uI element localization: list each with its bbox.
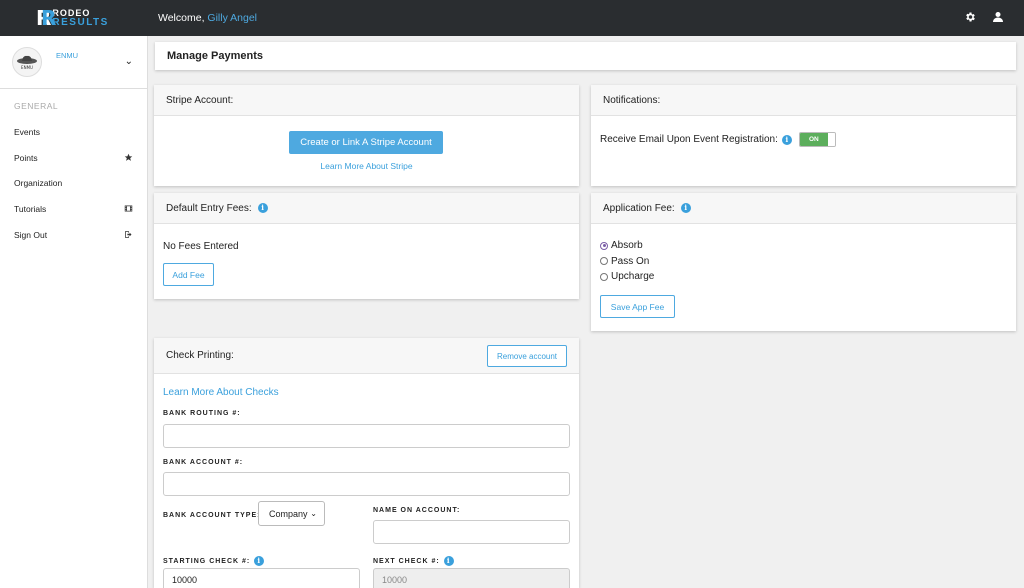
info-icon[interactable]: i	[257, 203, 268, 213]
starting-check-label: STARTING CHECK #:	[163, 557, 251, 565]
sidebar-item-events[interactable]: Events	[0, 119, 147, 145]
learn-more-checks-link[interactable]: Learn More About Checks	[163, 387, 279, 398]
settings-gear-icon[interactable]	[964, 11, 976, 23]
default-entry-fees-panel: Default Entry Fees: i No Fees Entered Ad…	[154, 193, 579, 299]
org-badge-text: ENMU	[21, 65, 33, 70]
toggle-on-label: ON	[799, 133, 828, 146]
toggle-knob	[827, 133, 835, 146]
radio-button-checked[interactable]	[600, 241, 608, 250]
org-name: ENMU	[56, 50, 79, 60]
film-icon	[124, 204, 133, 213]
chevron-down-icon: ⌄	[310, 509, 317, 518]
welcome-text: Welcome, Gilly Angel	[158, 12, 257, 24]
name-on-account-label: NAME ON ACCOUNT:	[373, 507, 461, 514]
info-icon[interactable]: i	[254, 556, 265, 566]
top-icons	[964, 11, 1004, 23]
application-fee-panel: Application Fee: i Absorb Pass On Upchar…	[591, 193, 1016, 331]
remove-account-button[interactable]: Remove account	[487, 345, 567, 367]
sidebar-item-label: Events	[14, 126, 40, 137]
learn-more-stripe-link[interactable]: Learn More About Stripe	[154, 161, 579, 171]
org-avatar: ENMU	[12, 47, 42, 77]
page-title-bar: Manage Payments	[155, 42, 1016, 70]
star-icon	[124, 153, 133, 162]
save-app-fee-button[interactable]: Save App Fee	[600, 295, 675, 318]
info-icon[interactable]: i	[443, 556, 454, 566]
bank-routing-input[interactable]	[163, 424, 570, 448]
bank-account-type-label: BANK ACCOUNT TYPE:	[163, 512, 261, 519]
notifications-header-label: Notifications:	[603, 94, 661, 106]
notifications-panel: Notifications: Receive Email Upon Event …	[591, 85, 1016, 186]
username-link[interactable]: Gilly Angel	[207, 12, 257, 24]
email-notification-row: Receive Email Upon Event Registration: i…	[600, 132, 836, 147]
radio-label: Upcharge	[611, 271, 655, 283]
bank-routing-label: BANK ROUTING #:	[163, 410, 241, 417]
sidebar-item-label: Points	[14, 152, 38, 163]
radio-button[interactable]	[600, 272, 608, 281]
starting-check-label-row: STARTING CHECK #: i	[163, 556, 265, 566]
bank-account-input[interactable]	[163, 472, 570, 496]
name-on-account-input[interactable]	[373, 520, 570, 544]
next-check-label: NEXT CHECK #:	[373, 557, 440, 565]
create-stripe-account-button[interactable]: Create or Link A Stripe Account	[289, 131, 443, 154]
sidebar-item-points[interactable]: Points	[0, 145, 147, 171]
add-fee-button[interactable]: Add Fee	[163, 263, 214, 286]
org-selector[interactable]: ENMU ENMU ⌄	[0, 36, 147, 89]
nav-heading-general: GENERAL	[14, 101, 59, 111]
entry-fees-header-label: Default Entry Fees:	[166, 202, 252, 214]
starting-check-input[interactable]: 10000	[163, 568, 360, 588]
sidebar-item-label: Tutorials	[14, 203, 47, 214]
next-check-input: 10000	[373, 568, 570, 588]
radio-upcharge[interactable]: Upcharge	[600, 269, 654, 285]
welcome-prefix: Welcome,	[158, 12, 208, 24]
stripe-header: Stripe Account:	[154, 85, 579, 116]
radio-label: Pass On	[611, 255, 650, 267]
info-icon[interactable]: i	[680, 203, 691, 213]
radio-absorb[interactable]: Absorb	[600, 238, 654, 254]
org-hat-logo-icon: ENMU	[17, 55, 37, 70]
stripe-header-label: Stripe Account:	[166, 94, 234, 106]
app-fee-header: Application Fee: i	[591, 193, 1016, 224]
radio-label: Absorb	[611, 240, 643, 252]
check-printing-panel: Check Printing: Remove account Learn Mor…	[154, 338, 579, 588]
app-fee-header-label: Application Fee:	[603, 202, 675, 214]
sign-out-icon	[124, 230, 133, 239]
app-fee-options: Absorb Pass On Upcharge	[600, 238, 654, 285]
email-notification-label: Receive Email Upon Event Registration:	[600, 134, 778, 145]
check-printing-header: Check Printing: Remove account	[154, 338, 579, 374]
bank-account-type-value: Company	[269, 508, 308, 519]
radio-button[interactable]	[600, 257, 608, 266]
check-printing-header-label: Check Printing:	[166, 350, 234, 361]
top-bar: RR RODEO RESULTS Welcome, Gilly Angel	[0, 0, 1024, 36]
info-icon[interactable]: i	[781, 134, 792, 145]
stripe-account-panel: Stripe Account: Create or Link A Stripe …	[154, 85, 579, 186]
chevron-down-icon[interactable]: ⌄	[125, 56, 133, 67]
email-notification-toggle[interactable]: ON	[798, 132, 836, 147]
logo-line2: RESULTS	[52, 17, 109, 28]
logo-wordmark: RODEO RESULTS	[52, 9, 109, 28]
bank-account-label: BANK ACCOUNT #:	[163, 459, 244, 466]
logo-mark: RR	[36, 6, 56, 30]
sidebar-item-sign-out[interactable]: Sign Out	[0, 222, 147, 248]
no-fees-text: No Fees Entered	[163, 241, 239, 252]
user-icon[interactable]	[992, 11, 1004, 23]
bank-account-type-select[interactable]: Company ⌄	[258, 501, 325, 526]
notifications-header: Notifications:	[591, 85, 1016, 116]
sidebar-item-organization[interactable]: Organization	[0, 170, 147, 196]
entry-fees-header: Default Entry Fees: i	[154, 193, 579, 224]
sidebar-item-label: Organization	[14, 178, 63, 189]
sidebar-item-tutorials[interactable]: Tutorials	[0, 196, 147, 222]
next-check-label-row: NEXT CHECK #: i	[373, 556, 454, 566]
app-logo[interactable]: RR RODEO RESULTS	[0, 6, 148, 30]
sidebar-item-label: Sign Out	[14, 229, 48, 240]
page-title: Manage Payments	[167, 50, 263, 62]
radio-pass-on[interactable]: Pass On	[600, 254, 654, 270]
sidebar: ENMU ENMU ⌄ GENERAL Events Points Organi…	[0, 36, 148, 588]
